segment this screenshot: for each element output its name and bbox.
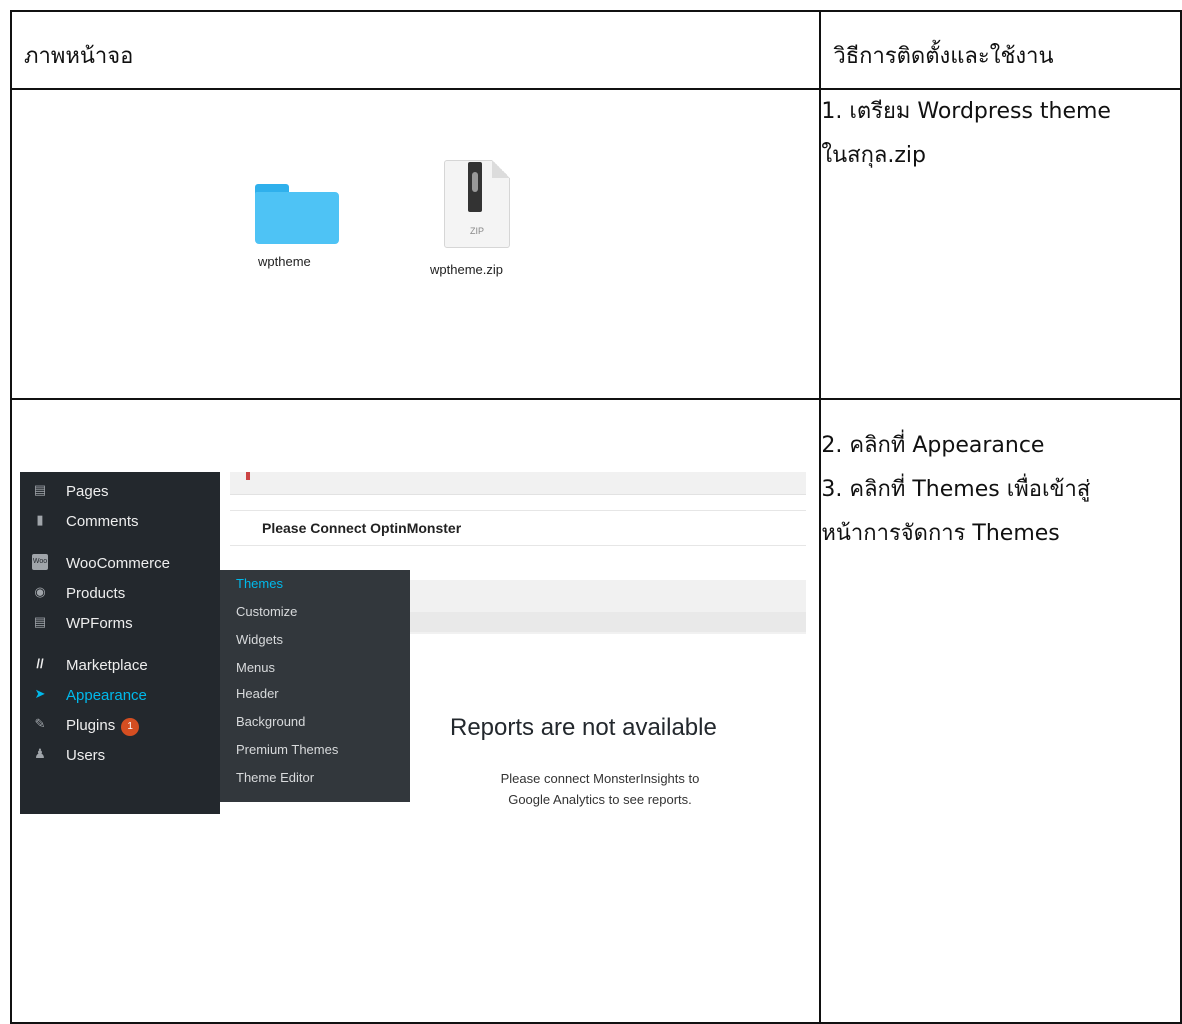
sidebar-item-label: Comments — [66, 513, 139, 530]
submenu-customize[interactable]: Customize — [236, 604, 297, 619]
header-steps: วิธีการติดตั้งและใช้งาน — [833, 44, 1054, 69]
plugins-label: Plugins — [66, 717, 116, 734]
submenu-menus[interactable]: Menus — [236, 660, 275, 675]
sidebar-item-label: Plugins 1 — [66, 717, 140, 736]
submenu-background[interactable]: Background — [236, 714, 305, 729]
step-1-line-1: 1. เตรียม Wordpress theme — [821, 99, 1111, 124]
header-steps-cell: วิธีการติดตั้งและใช้งาน — [819, 10, 1182, 90]
reports-subtitle-line-1: Please connect MonsterInsights to — [500, 771, 700, 786]
submenu-themes[interactable]: Themes — [236, 576, 283, 591]
content-band-lower — [410, 612, 806, 632]
row-step-1: wptheme ZIP wptheme.zip 1. เตรียม Wordpr… — [9, 88, 1182, 400]
screenshot-files: wptheme ZIP wptheme.zip — [9, 88, 822, 400]
submenu-premium-themes[interactable]: Premium Themes — [236, 742, 338, 757]
step-2-text: 2. คลิกที่ Appearance 3. คลิกที่ Themes … — [819, 398, 1182, 1024]
top-band — [230, 472, 806, 495]
sidebar-item-label: Pages — [66, 483, 109, 500]
reports-title: Reports are not available — [450, 714, 717, 741]
plugins-icon: ✎ — [34, 716, 46, 731]
header-row: ภาพหน้าจอ วิธีการติดตั้งและใช้งาน — [9, 10, 1182, 90]
notice-text: Please Connect OptinMonster — [262, 520, 462, 536]
submenu-widgets[interactable]: Widgets — [236, 632, 283, 647]
zip-file-icon[interactable]: ZIP — [444, 160, 510, 248]
reports-subtitle-line-2: Google Analytics to see reports. — [508, 792, 692, 807]
pages-icon: ▤ — [33, 482, 47, 497]
step-2-line-3: หน้าการจัดการ Themes — [821, 521, 1060, 546]
optinmonster-notice: Please Connect OptinMonster — [230, 510, 806, 546]
zip-label: wptheme.zip — [430, 262, 503, 277]
sidebar-item-users[interactable]: ♟ Users — [20, 740, 220, 770]
admin-sidebar: ▤ Pages ▮ Comments Woo WooCommerce ◉ Pro… — [20, 472, 220, 814]
sidebar-item-wpforms[interactable]: ▤ WPForms — [20, 608, 220, 638]
step-1-line-2: ในสกุล.zip — [821, 143, 927, 168]
marketplace-icon: // — [36, 656, 44, 671]
header-screenshot-cell: ภาพหน้าจอ — [9, 10, 822, 90]
appearance-submenu: Themes Customize Widgets Menus Header Ba… — [220, 570, 410, 802]
row-step-2: Please Connect OptinMonster ▤ Pages ▮ Co… — [9, 398, 1182, 1024]
sidebar-item-label: Users — [66, 747, 106, 764]
update-badge: 1 — [121, 718, 140, 736]
sidebar-item-woocommerce[interactable]: Woo WooCommerce — [20, 548, 220, 578]
screenshot-wordpress: Please Connect OptinMonster ▤ Pages ▮ Co… — [9, 398, 822, 1024]
sidebar-item-label: Marketplace — [66, 657, 148, 674]
sidebar-item-label: Appearance — [66, 687, 147, 704]
sidebar-item-label: Products — [66, 585, 126, 602]
appearance-icon: ➤ — [34, 686, 46, 701]
submenu-theme-editor[interactable]: Theme Editor — [236, 770, 314, 785]
sidebar-item-label: WooCommerce — [66, 555, 170, 572]
reports-subtitle: Please connect MonsterInsights to Google… — [450, 768, 750, 810]
wp-admin-screenshot: Please Connect OptinMonster ▤ Pages ▮ Co… — [20, 472, 806, 814]
sidebar-item-pages[interactable]: ▤ Pages — [20, 476, 220, 506]
users-icon: ♟ — [34, 746, 46, 761]
wpforms-icon: ▤ — [33, 614, 47, 629]
header-screenshot: ภาพหน้าจอ — [24, 44, 134, 69]
woocommerce-icon: Woo — [32, 554, 48, 570]
zip-icon-text: ZIP — [469, 226, 484, 236]
step-2-line-2: 3. คลิกที่ Themes เพื่อเข้าสู่ — [821, 477, 1091, 502]
step-2-line-1: 2. คลิกที่ Appearance — [821, 433, 1045, 458]
sidebar-item-comments[interactable]: ▮ Comments — [20, 506, 220, 536]
red-marker — [246, 472, 250, 480]
folder-label: wptheme — [258, 254, 311, 269]
submenu-header[interactable]: Header — [236, 686, 279, 701]
comments-icon: ▮ — [36, 512, 44, 527]
sidebar-item-marketplace[interactable]: // Marketplace — [20, 650, 220, 680]
sidebar-item-plugins[interactable]: ✎ Plugins 1 — [20, 710, 220, 740]
sidebar-item-label: WPForms — [66, 615, 133, 632]
sidebar-item-products[interactable]: ◉ Products — [20, 578, 220, 608]
products-icon: ◉ — [34, 584, 46, 599]
instruction-table: ภาพหน้าจอ วิธีการติดตั้งและใช้งาน wpthem… — [9, 10, 1182, 1024]
folder-icon[interactable] — [255, 184, 339, 244]
sidebar-item-appearance[interactable]: ➤ Appearance — [20, 680, 220, 710]
step-1-text: 1. เตรียม Wordpress theme ในสกุล.zip — [819, 88, 1182, 400]
